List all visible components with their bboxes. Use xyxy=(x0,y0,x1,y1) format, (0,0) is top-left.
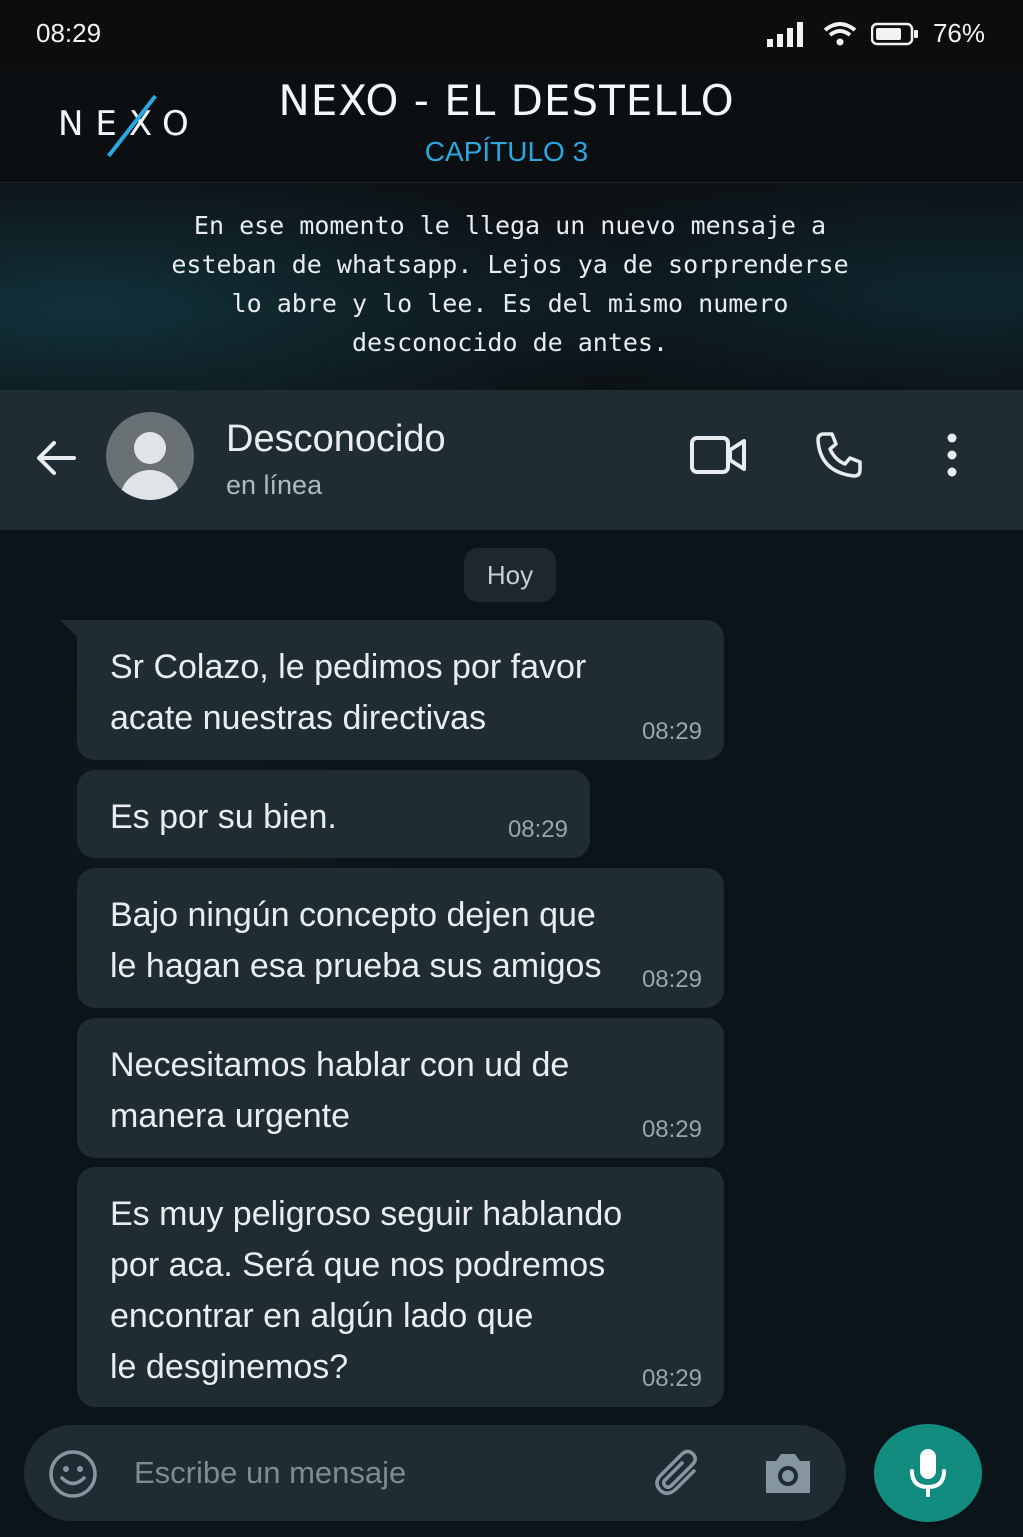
message-input-bar[interactable]: Escribe un mensaje xyxy=(24,1425,846,1521)
message-text: Es por su bien. xyxy=(110,798,337,836)
chat-area: Hoy Sr Colazo, le pedimos por favor acat… xyxy=(0,530,1023,1537)
avatar-head xyxy=(134,432,166,464)
banner-header: NEXO NEXO - EL DESTELLO CAPÍTULO 3 xyxy=(0,70,1023,183)
avatar-body xyxy=(120,470,180,500)
message-text: Bajo ningún concepto dejen que le hagan … xyxy=(110,896,602,985)
message-time: 08:29 xyxy=(641,966,702,993)
message-input-placeholder[interactable]: Escribe un mensaje xyxy=(134,1455,406,1491)
message-time: 08:29 xyxy=(507,816,568,843)
message-time: 08:29 xyxy=(641,1116,702,1143)
wifi-icon xyxy=(823,21,857,45)
contact-status: en línea xyxy=(226,470,323,500)
microphone-icon xyxy=(910,1449,946,1497)
avatar[interactable] xyxy=(106,412,194,500)
status-icons: 76% xyxy=(766,18,985,49)
message-bubble[interactable]: Es por su bien. 08:29 xyxy=(77,770,590,858)
message-text: Sr Colazo, le pedimos por favor acate nu… xyxy=(110,648,587,737)
status-time: 08:29 xyxy=(36,18,102,48)
narration-content: En ese momento le llega un nuevo mensaje… xyxy=(171,211,849,357)
status-bar: 08:29 76% xyxy=(0,0,1023,70)
chapter-label: CAPÍTULO 3 xyxy=(424,136,589,167)
contact-name[interactable]: Desconocido xyxy=(226,418,446,461)
emoji-icon[interactable] xyxy=(48,1449,98,1499)
back-arrow-icon[interactable] xyxy=(34,438,78,478)
phone-call-icon[interactable] xyxy=(814,430,864,480)
signal-icon xyxy=(766,21,803,47)
message-text: Necesitamos hablar con ud de manera urge… xyxy=(110,1046,570,1135)
bubble-tail xyxy=(60,620,78,638)
message-bubble[interactable]: Necesitamos hablar con ud de manera urge… xyxy=(77,1018,724,1158)
message-time: 08:29 xyxy=(641,718,702,745)
more-options-icon[interactable] xyxy=(940,430,964,480)
voice-message-button[interactable] xyxy=(874,1424,982,1522)
message-bubble[interactable]: Sr Colazo, le pedimos por favor acate nu… xyxy=(60,620,724,760)
message-bubble[interactable]: Bajo ningún concepto dejen que le hagan … xyxy=(77,868,724,1008)
battery-icon xyxy=(870,22,918,45)
story-banner: NEXO NEXO - EL DESTELLO CAPÍTULO 3 En es… xyxy=(0,70,1023,390)
narration-text: En ese momento le llega un nuevo mensaje… xyxy=(140,206,880,362)
story-title: NEXO - EL DESTELLO xyxy=(278,76,735,125)
video-call-icon[interactable] xyxy=(690,430,746,480)
camera-icon[interactable] xyxy=(762,1449,814,1497)
date-divider: Hoy xyxy=(464,548,556,602)
attach-icon[interactable] xyxy=(654,1449,704,1499)
chat-header: Desconocido en línea xyxy=(0,390,1023,530)
message-time: 08:29 xyxy=(641,1365,702,1392)
message-bubble[interactable]: Es muy peligroso seguir hablando por aca… xyxy=(77,1167,724,1407)
message-text: Es muy peligroso seguir hablando por aca… xyxy=(110,1195,623,1386)
battery-percent: 76% xyxy=(932,18,985,48)
